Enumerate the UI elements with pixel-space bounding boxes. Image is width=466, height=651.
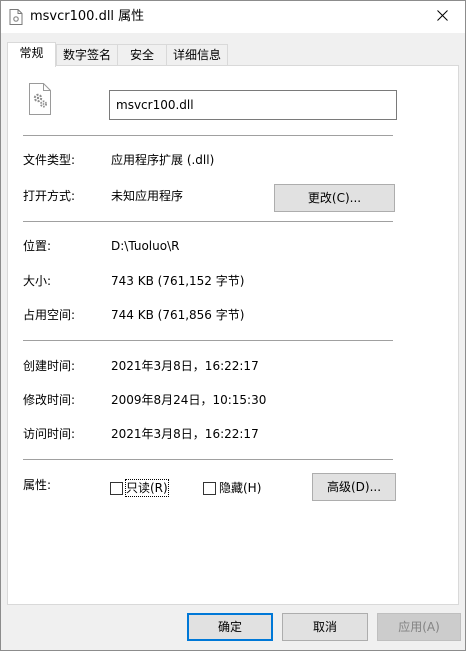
tab-digital-signatures[interactable]: 数字签名 [56,44,118,66]
modified-value: 2009年8月24日，10:15:30 [111,393,267,407]
created-value: 2021年3月8日，16:22:17 [111,359,259,373]
readonly-label: 只读(R) [125,479,169,497]
separator [23,135,393,136]
close-button[interactable] [419,1,465,33]
separator [23,340,393,341]
tab-details[interactable]: 详细信息 [166,44,228,66]
tab-security[interactable]: 安全 [117,44,167,66]
location-label: 位置: [23,239,52,253]
checkbox-box[interactable] [203,481,216,495]
file-type-value: 应用程序扩展 (.dll) [111,153,215,167]
file-icon [9,9,23,25]
accessed-value: 2021年3月8日，16:22:17 [111,427,259,441]
attributes-label: 属性: [23,478,52,492]
file-name-input[interactable] [109,90,397,120]
size-on-disk-value: 744 KB (761,856 字节) [111,308,245,322]
apply-button[interactable]: 应用(A) [377,613,461,641]
open-with-label: 打开方式: [23,189,76,203]
general-panel [7,65,459,605]
title-bar[interactable]: msvcr100.dll 属性 [1,1,465,33]
advanced-button[interactable]: 高级(D)... [312,473,396,501]
hidden-checkbox[interactable]: 隐藏(H) [203,480,261,496]
window-title: msvcr100.dll 属性 [30,9,145,24]
cancel-button[interactable]: 取消 [282,613,368,641]
change-button[interactable]: 更改(C)... [274,184,395,212]
hidden-label: 隐藏(H) [219,481,262,495]
accessed-label: 访问时间: [23,427,76,441]
ok-button[interactable]: 确定 [187,613,273,641]
created-label: 创建时间: [23,359,76,373]
readonly-checkbox[interactable]: 只读(R) [110,479,169,497]
location-value: D:\Tuoluo\R [111,239,180,253]
close-icon [436,10,448,24]
properties-dialog: msvcr100.dll 属性 常规 数字签名 安全 详细信息 文件类型: 应用… [0,0,466,651]
tab-general[interactable]: 常规 [7,42,56,67]
separator [23,221,393,222]
size-on-disk-label: 占用空间: [23,308,76,322]
modified-label: 修改时间: [23,393,76,407]
dll-file-icon [28,83,52,115]
separator [23,459,393,460]
open-with-value: 未知应用程序 [111,189,184,203]
file-type-label: 文件类型: [23,153,76,167]
checkbox-box[interactable] [110,481,123,495]
size-label: 大小: [23,274,52,288]
size-value: 743 KB (761,152 字节) [111,274,245,288]
